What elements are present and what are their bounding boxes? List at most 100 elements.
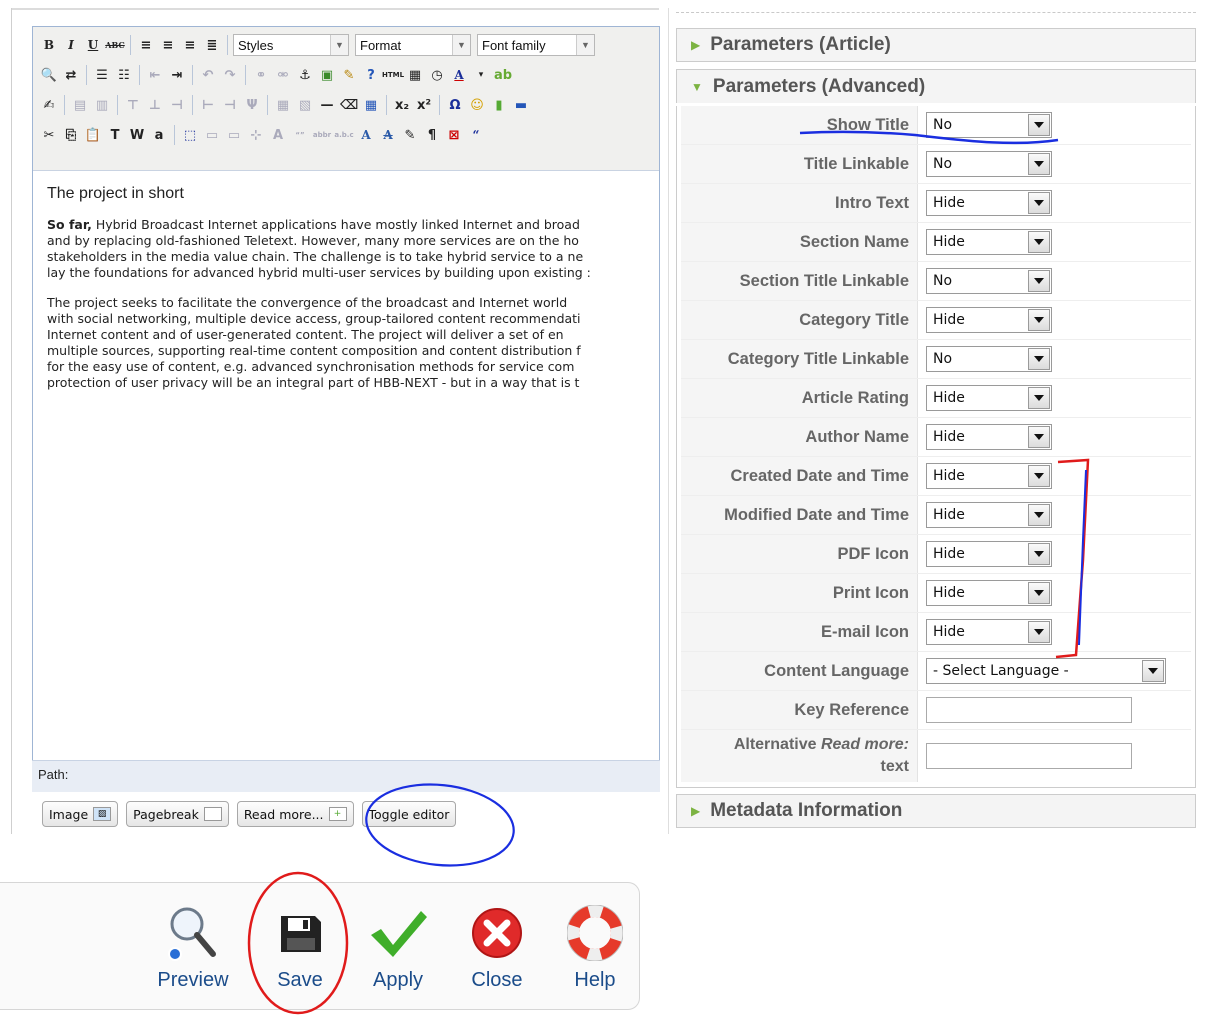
select-all-icon[interactable]: a: [149, 125, 169, 145]
param-select[interactable]: Hide: [926, 229, 1052, 255]
italic-button[interactable]: I: [61, 35, 81, 55]
param-select[interactable]: Hide: [926, 385, 1052, 411]
visual-chars-icon[interactable]: ¶: [422, 125, 442, 145]
close-button[interactable]: Close: [457, 903, 537, 992]
absolute-position-icon[interactable]: ⊹: [246, 125, 266, 145]
align-justify-icon[interactable]: ≣: [202, 35, 222, 55]
paste-icon[interactable]: 📋: [83, 125, 103, 145]
insert-col-before-icon[interactable]: ⊢: [198, 95, 218, 115]
editor-content[interactable]: The project in short So far, Hybrid Broa…: [33, 171, 659, 405]
attributes-icon[interactable]: ✎: [400, 125, 420, 145]
read-more-text-input[interactable]: [926, 743, 1132, 769]
style-props-icon[interactable]: A: [268, 125, 288, 145]
move-forward-icon[interactable]: ▭: [202, 125, 222, 145]
underline-button[interactable]: U: [83, 35, 103, 55]
acronym-icon[interactable]: a.b.c: [334, 125, 354, 145]
key-reference-input[interactable]: [926, 697, 1132, 723]
media-icon[interactable]: ▮: [489, 95, 509, 115]
panel-parameters-advanced[interactable]: ▼ Parameters (Advanced): [676, 69, 1196, 103]
help-icon[interactable]: ?: [361, 65, 381, 85]
highlight-color-icon[interactable]: ab: [493, 65, 513, 85]
param-select[interactable]: Hide: [926, 541, 1052, 567]
param-select[interactable]: No: [926, 112, 1052, 138]
redo-icon[interactable]: ↷: [220, 65, 240, 85]
paste-text-icon[interactable]: T: [105, 125, 125, 145]
align-right-icon[interactable]: ≡: [180, 35, 200, 55]
param-select[interactable]: Hide: [926, 307, 1052, 333]
param-select[interactable]: Hide: [926, 463, 1052, 489]
insert-row-after-icon[interactable]: ⊥: [145, 95, 165, 115]
insert-layer-icon[interactable]: ⬚: [180, 125, 200, 145]
numbered-list-icon[interactable]: ☷: [114, 65, 134, 85]
blockquote-icon[interactable]: “: [466, 125, 486, 145]
move-backward-icon[interactable]: ▭: [224, 125, 244, 145]
split-cells-icon[interactable]: ▧: [295, 95, 315, 115]
abbreviation-icon[interactable]: abbr: [312, 125, 332, 145]
anchor-icon[interactable]: ⚓: [295, 65, 315, 85]
undo-icon[interactable]: ↶: [198, 65, 218, 85]
toggle-editor-button[interactable]: Toggle editor: [361, 801, 457, 827]
horizontal-rule-icon[interactable]: —: [317, 95, 337, 115]
insert-col-after-icon[interactable]: ⊣: [220, 95, 240, 115]
apply-button[interactable]: Apply: [358, 903, 438, 992]
bullet-list-icon[interactable]: ☰: [92, 65, 112, 85]
param-select[interactable]: No: [926, 151, 1052, 177]
strikethrough-button[interactable]: ABC: [105, 35, 125, 55]
paste-word-icon[interactable]: W: [127, 125, 147, 145]
param-select[interactable]: Hide: [926, 190, 1052, 216]
citation-icon[interactable]: “”: [290, 125, 310, 145]
align-center-icon[interactable]: ≡: [158, 35, 178, 55]
read-more-button[interactable]: Read more... +: [236, 801, 354, 827]
delete-row-icon[interactable]: ⊣: [167, 95, 187, 115]
panel-metadata-information[interactable]: ▶ Metadata Information: [676, 794, 1196, 828]
deletion-icon[interactable]: A: [356, 125, 376, 145]
param-select[interactable]: Hide: [926, 502, 1052, 528]
preview-button[interactable]: Preview: [153, 903, 233, 992]
table-icon[interactable]: ▦: [361, 95, 381, 115]
remove-format-icon[interactable]: ⌫: [339, 95, 359, 115]
param-select[interactable]: No: [926, 268, 1052, 294]
chevron-down-icon[interactable]: ▾: [471, 65, 491, 85]
param-select[interactable]: Hide: [926, 424, 1052, 450]
param-select[interactable]: Hide: [926, 580, 1052, 606]
delete-col-icon[interactable]: Ψ: [242, 95, 262, 115]
emoticon-icon[interactable]: ☺: [467, 95, 487, 115]
copy-icon[interactable]: ⎘: [61, 125, 81, 145]
bold-button[interactable]: B: [39, 35, 59, 55]
edit-css-icon[interactable]: ✍: [39, 95, 59, 115]
styles-select[interactable]: Styles ▼: [233, 34, 349, 56]
insert-row-before-icon[interactable]: ⊤: [123, 95, 143, 115]
content-language-select[interactable]: - Select Language -: [926, 658, 1166, 684]
font-family-select[interactable]: Font family ▼: [477, 34, 595, 56]
find-icon[interactable]: 🔍: [39, 65, 59, 85]
horizontal-line-icon[interactable]: ▬: [511, 95, 531, 115]
merge-cells-icon[interactable]: ▦: [273, 95, 293, 115]
image-button[interactable]: Image ▨: [42, 801, 119, 827]
link-icon[interactable]: ⚭: [251, 65, 271, 85]
cleanup-icon[interactable]: ✎: [339, 65, 359, 85]
param-select[interactable]: Hide: [926, 619, 1052, 645]
table-cell-icon[interactable]: ▥: [92, 95, 112, 115]
align-left-icon[interactable]: ≡: [136, 35, 156, 55]
superscript-icon[interactable]: x²: [414, 95, 434, 115]
special-char-icon[interactable]: Ω: [445, 95, 465, 115]
insertion-icon[interactable]: A: [378, 125, 398, 145]
param-select[interactable]: No: [926, 346, 1052, 372]
cut-icon[interactable]: ✂: [39, 125, 59, 145]
panel-parameters-article[interactable]: ▶ Parameters (Article): [676, 28, 1196, 62]
nonbreaking-icon[interactable]: ⊠: [444, 125, 464, 145]
insert-image-icon[interactable]: ▣: [317, 65, 337, 85]
unlink-icon[interactable]: ⚮: [273, 65, 293, 85]
help-button[interactable]: Help: [555, 903, 635, 992]
text-color-icon[interactable]: A: [449, 65, 469, 85]
subscript-icon[interactable]: x₂: [392, 95, 412, 115]
insert-date-icon[interactable]: ▦: [405, 65, 425, 85]
outdent-icon[interactable]: ⇤: [145, 65, 165, 85]
save-button[interactable]: Save: [260, 903, 340, 992]
format-select[interactable]: Format ▼: [355, 34, 471, 56]
insert-time-icon[interactable]: ◷: [427, 65, 447, 85]
table-row-icon[interactable]: ▤: [70, 95, 90, 115]
pagebreak-button[interactable]: Pagebreak: [126, 801, 229, 827]
replace-icon[interactable]: ⇄: [61, 65, 81, 85]
html-source-icon[interactable]: HTML: [382, 65, 404, 85]
